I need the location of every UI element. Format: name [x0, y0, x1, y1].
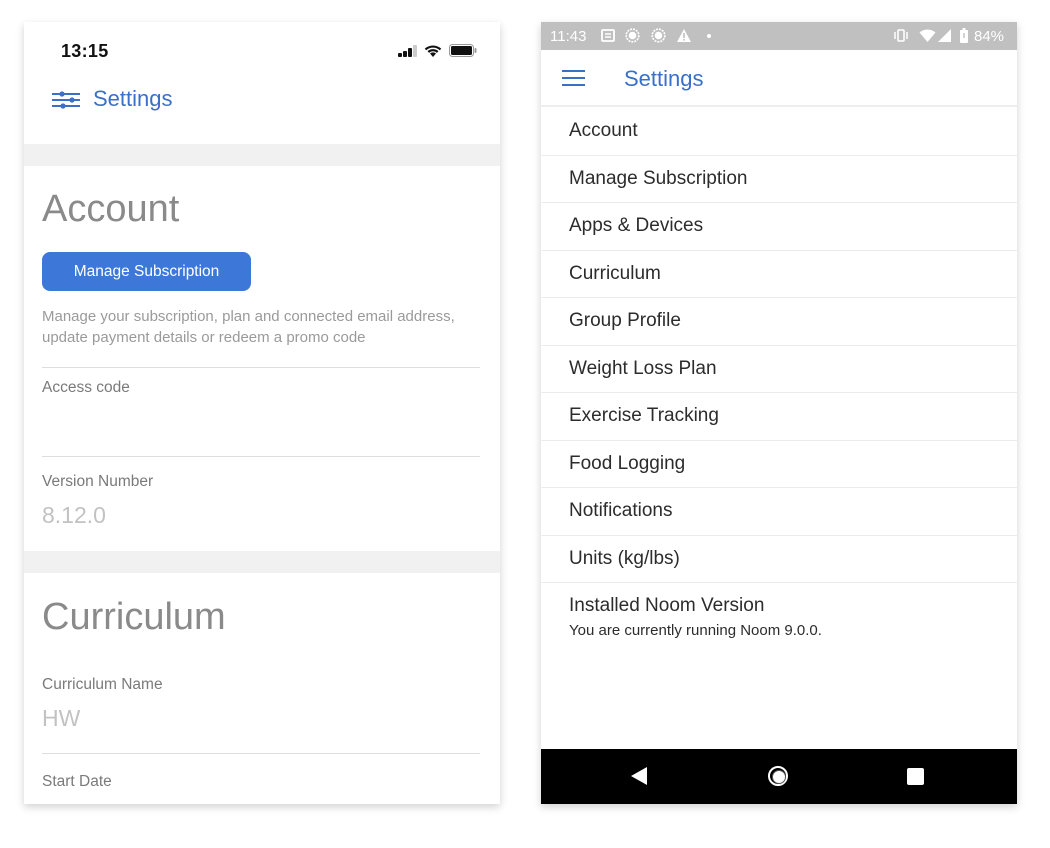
curriculum-name-label: Curriculum Name: [42, 676, 163, 693]
ios-status-bar: 13:15: [24, 22, 500, 80]
status-time: 13:15: [61, 41, 109, 61]
android-status-bar: 11:43 84%: [541, 22, 1017, 50]
menu-item-curriculum[interactable]: Curriculum: [541, 251, 1017, 298]
menu-item-notifications[interactable]: Notifications: [541, 488, 1017, 536]
menu-item-weight-loss-plan[interactable]: Weight Loss Plan: [541, 346, 1017, 393]
installed-version-item[interactable]: Installed Noom Version You are currently…: [541, 583, 1017, 639]
menu-item-exercise-tracking[interactable]: Exercise Tracking: [541, 393, 1017, 441]
android-settings-screen: 11:43 84% Settings Account Manage Subscr…: [541, 22, 1017, 804]
curriculum-section-title: Curriculum: [42, 596, 226, 638]
divider: [42, 753, 480, 754]
start-date-label: Start Date: [42, 773, 112, 790]
ios-header: Settings: [24, 80, 500, 144]
dot-icon: [707, 34, 711, 38]
home-icon[interactable]: [768, 766, 788, 786]
installed-version-subtitle: You are currently running Noom 9.0.0.: [569, 622, 822, 639]
warning-icon: [677, 29, 691, 42]
section-separator: [24, 144, 500, 166]
cell-signal-icon: [398, 45, 418, 57]
android-app-bar: Settings: [541, 50, 1017, 107]
menu-item-manage-subscription[interactable]: Manage Subscription: [541, 156, 1017, 203]
page-title: Settings: [93, 86, 173, 111]
menu-item-apps-devices[interactable]: Apps & Devices: [541, 203, 1017, 251]
status-time: 11:43: [550, 28, 587, 45]
divider: [42, 367, 480, 368]
menu-item-food-logging[interactable]: Food Logging: [541, 441, 1017, 488]
wifi-icon: [424, 45, 442, 57]
account-section-title: Account: [42, 188, 180, 230]
record-icon: [651, 28, 666, 43]
menu-item-units[interactable]: Units (kg/lbs): [541, 536, 1017, 583]
android-nav-bar: [541, 749, 1017, 804]
manage-subscription-button[interactable]: Manage Subscription: [42, 252, 251, 291]
curriculum-name-value: HW: [42, 705, 81, 731]
vibrate-icon: [894, 29, 908, 42]
version-number-label: Version Number: [42, 473, 154, 490]
battery-percent: 84%: [974, 28, 1005, 45]
access-code-input[interactable]: [42, 402, 480, 450]
notes-icon: [601, 29, 615, 42]
hamburger-menu-icon[interactable]: [562, 70, 585, 87]
version-number-value: 8.12.0: [42, 502, 106, 528]
cell-signal-icon: [938, 29, 951, 42]
menu-item-account[interactable]: Account: [541, 108, 1017, 156]
sliders-icon[interactable]: [51, 90, 81, 110]
page-title: Settings: [624, 66, 704, 91]
battery-icon: [449, 44, 477, 57]
section-separator: [24, 551, 500, 573]
settings-menu-list: Account Manage Subscription Apps & Devic…: [541, 108, 1017, 639]
installed-version-title: Installed Noom Version: [569, 595, 765, 616]
recents-icon[interactable]: [907, 768, 924, 785]
wifi-icon: [919, 29, 936, 42]
manage-subscription-description: Manage your subscription, plan and conne…: [42, 308, 455, 346]
menu-item-group-profile[interactable]: Group Profile: [541, 298, 1017, 346]
ios-settings-screen: 13:15 Settings Account Manage Subscripti…: [24, 22, 500, 804]
access-code-label: Access code: [42, 379, 130, 396]
record-icon: [625, 28, 640, 43]
divider: [42, 456, 480, 457]
back-icon[interactable]: [631, 767, 647, 785]
battery-icon: [960, 28, 968, 43]
